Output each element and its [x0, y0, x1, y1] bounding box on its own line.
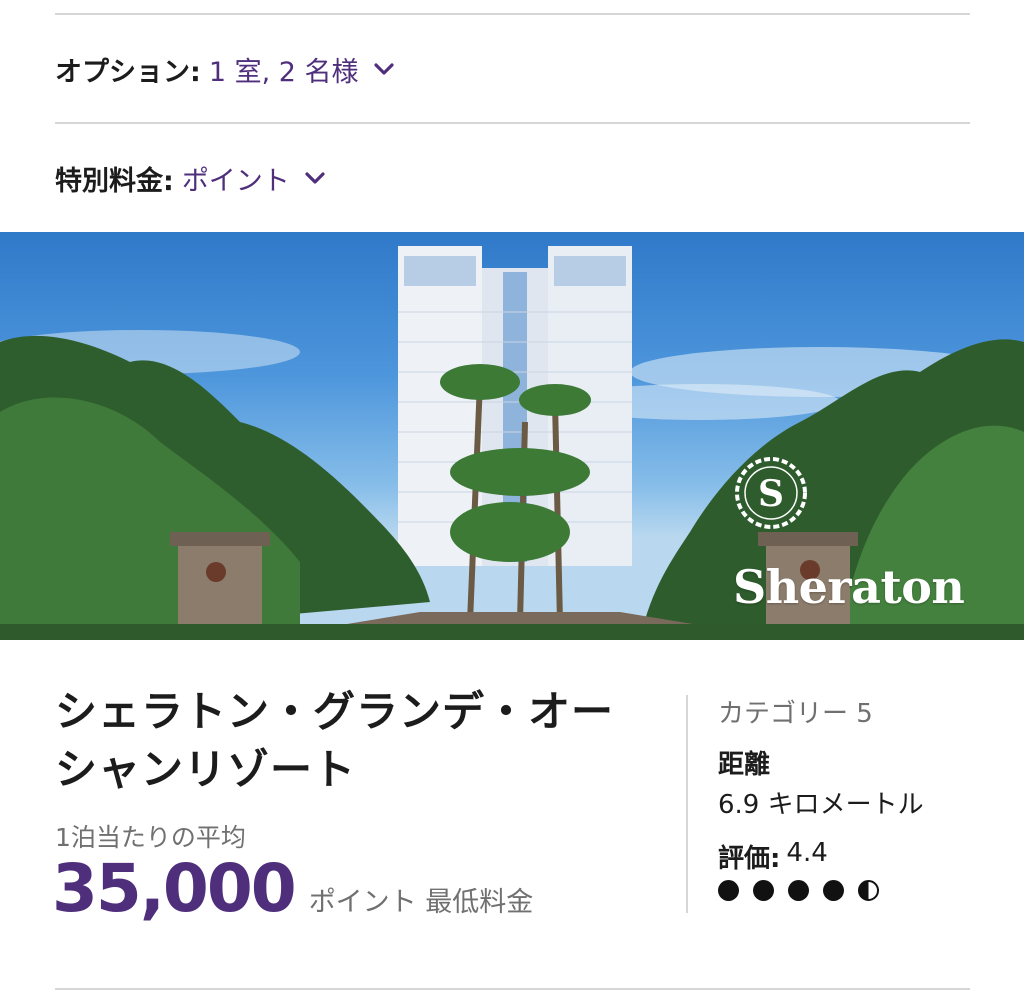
options-value[interactable]: 1 室, 2 名様	[209, 50, 359, 89]
hotel-name[interactable]: シェラトン・グランデ・オーシャンリゾート	[55, 683, 645, 799]
options-divider	[55, 122, 970, 124]
distance-label: 距離	[718, 750, 771, 780]
rating-dot-full	[823, 880, 844, 901]
options-filter[interactable]: オプション: 1 室, 2 名様	[55, 49, 395, 89]
rating-dots	[718, 880, 893, 901]
rating: 評価: 4.4	[718, 838, 828, 875]
special-rate-value[interactable]: ポイント	[182, 159, 290, 198]
rating-value: 4.4	[786, 838, 828, 868]
distance-value: 6.9 キロメートル	[718, 790, 924, 820]
price-row: 35,000 ポイント 最低料金	[52, 850, 533, 927]
rating-dot-full	[718, 880, 739, 901]
rating-dot-full	[788, 880, 809, 901]
top-divider	[55, 13, 970, 15]
special-rate-filter[interactable]: 特別料金: ポイント	[55, 158, 326, 198]
svg-text:S: S	[758, 473, 784, 515]
rating-label: 評価:	[718, 844, 781, 874]
average-per-night-label: 1泊当たりの平均	[55, 823, 246, 852]
price-unit: ポイント 最低料金	[308, 887, 534, 918]
sheraton-logo: S	[735, 457, 807, 529]
price-value: 35,000	[52, 850, 297, 927]
options-label: オプション:	[55, 56, 201, 88]
chevron-down-icon[interactable]	[373, 62, 395, 76]
brand-name: Sheraton	[733, 560, 965, 614]
category: カテゴリー 5	[718, 699, 873, 729]
chevron-down-icon[interactable]	[304, 171, 326, 185]
rating-dot-full	[753, 880, 774, 901]
bottom-divider	[55, 988, 970, 990]
special-rate-label: 特別料金:	[55, 165, 174, 197]
vertical-divider	[686, 695, 688, 913]
rating-dot-half	[858, 880, 879, 901]
